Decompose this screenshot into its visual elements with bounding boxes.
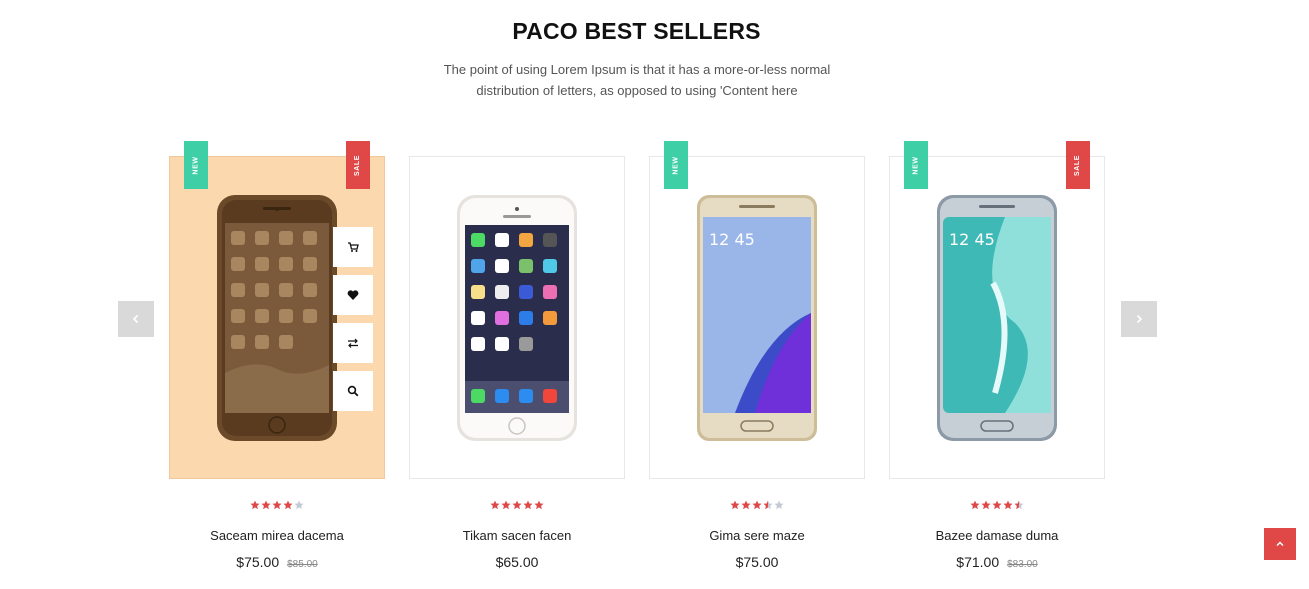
quick-view-button[interactable] bbox=[333, 371, 373, 411]
product-actions bbox=[333, 227, 373, 411]
product-rating bbox=[409, 500, 625, 512]
section-description: The point of using Lorem Ipsum is that i… bbox=[437, 59, 837, 101]
star-filled-icon bbox=[283, 500, 293, 510]
product-rating bbox=[169, 500, 385, 512]
galaxy-edge-image: 12 45 bbox=[937, 194, 1057, 441]
current-price: $71.00 bbox=[956, 554, 1000, 570]
product-image-area[interactable]: NEW SALE 12 45 bbox=[889, 141, 1105, 479]
star-filled-icon bbox=[490, 500, 500, 510]
product-name[interactable]: Gima sere maze bbox=[649, 528, 865, 543]
scroll-to-top-button[interactable] bbox=[1264, 528, 1296, 560]
compare-arrows-icon bbox=[348, 338, 358, 348]
compare-button[interactable] bbox=[333, 323, 373, 363]
old-price: $85.00 bbox=[287, 559, 318, 570]
star-filled-icon bbox=[752, 500, 762, 510]
product-price: $71.00 $83.00 bbox=[889, 554, 1105, 570]
add-to-cart-button[interactable] bbox=[333, 227, 373, 267]
add-to-wishlist-button[interactable] bbox=[333, 275, 373, 315]
iphone-white-image bbox=[457, 194, 577, 441]
star-filled-icon bbox=[970, 500, 980, 510]
product-image-area[interactable]: NEW SALE bbox=[169, 141, 385, 479]
new-badge: NEW bbox=[664, 141, 688, 189]
star-half-icon bbox=[1014, 500, 1024, 510]
chevron-up-icon bbox=[1276, 541, 1284, 547]
old-price: $83.00 bbox=[1007, 559, 1038, 570]
star-empty-icon bbox=[294, 500, 304, 510]
star-half-icon bbox=[763, 500, 773, 510]
product-price: $75.00 $85.00 bbox=[169, 554, 385, 570]
description-line-2: distribution of letters, as opposed to u… bbox=[476, 83, 798, 98]
product-rating bbox=[649, 500, 865, 512]
product-name[interactable]: Tikam sacen facen bbox=[409, 528, 625, 543]
star-filled-icon bbox=[730, 500, 740, 510]
star-filled-icon bbox=[534, 500, 544, 510]
current-price: $75.00 bbox=[735, 554, 779, 570]
product-price: $75.00 bbox=[649, 554, 865, 570]
product-name[interactable]: Saceam mirea dacema bbox=[169, 528, 385, 543]
star-filled-icon bbox=[741, 500, 751, 510]
product-image-area[interactable] bbox=[409, 156, 625, 479]
svg-text:12 45: 12 45 bbox=[709, 230, 755, 249]
galaxy-note-image: 12 45 bbox=[697, 194, 817, 441]
product-image-area[interactable]: NEW 12 45 bbox=[649, 141, 865, 479]
star-filled-icon bbox=[250, 500, 260, 510]
description-line-1: The point of using Lorem Ipsum is that i… bbox=[443, 62, 831, 77]
product-price: $65.00 bbox=[409, 554, 625, 570]
star-filled-icon bbox=[501, 500, 511, 510]
star-empty-icon bbox=[774, 500, 784, 510]
product-name[interactable]: Bazee damase duma bbox=[889, 528, 1105, 543]
section-title: PACO BEST SELLERS bbox=[512, 18, 761, 44]
star-filled-icon bbox=[272, 500, 282, 510]
star-filled-icon bbox=[1003, 500, 1013, 510]
star-filled-icon bbox=[992, 500, 1002, 510]
chevron-left-icon bbox=[132, 314, 139, 324]
product-card[interactable]: NEW SALE 12 45 Bazee damase duma $71.00 $… bbox=[889, 141, 1105, 570]
star-filled-icon bbox=[981, 500, 991, 510]
product-card[interactable]: Tikam sacen facen $65.00 bbox=[409, 156, 625, 570]
chevron-right-icon bbox=[1136, 314, 1143, 324]
sale-badge: SALE bbox=[1066, 141, 1090, 189]
new-badge: NEW bbox=[184, 141, 208, 189]
product-rating bbox=[889, 500, 1105, 512]
current-price: $65.00 bbox=[495, 554, 539, 570]
heart-icon bbox=[347, 290, 359, 300]
iphone-gold-image bbox=[217, 194, 337, 441]
current-price: $75.00 bbox=[236, 554, 280, 570]
star-filled-icon bbox=[523, 500, 533, 510]
sale-badge: SALE bbox=[346, 141, 370, 189]
star-filled-icon bbox=[261, 500, 271, 510]
product-card[interactable]: NEW SALE Saceam mirea dacema $75.00 $85.… bbox=[169, 141, 385, 570]
new-badge: NEW bbox=[904, 141, 928, 189]
star-filled-icon bbox=[512, 500, 522, 510]
product-card[interactable]: NEW 12 45 Gima sere maze $75.00 bbox=[649, 141, 865, 570]
carousel-prev-button[interactable] bbox=[118, 301, 154, 337]
search-icon bbox=[347, 385, 359, 397]
cart-icon bbox=[348, 242, 359, 252]
carousel-next-button[interactable] bbox=[1121, 301, 1157, 337]
svg-text:12 45: 12 45 bbox=[949, 230, 995, 249]
